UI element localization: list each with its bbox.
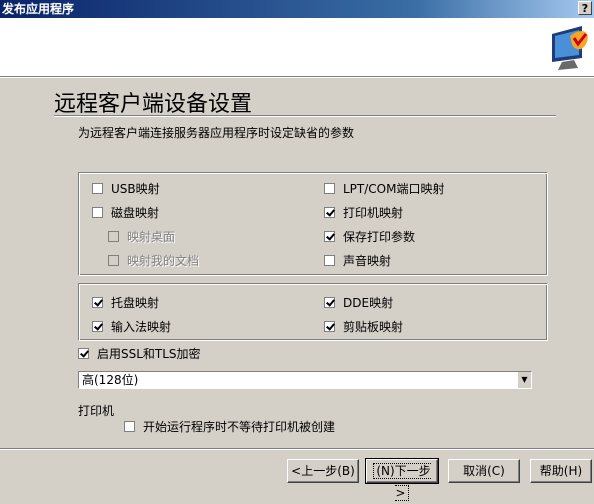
- back-button-label: <上一步(B): [291, 464, 355, 478]
- title-divider: [54, 115, 556, 117]
- next-button[interactable]: (N)下一步>: [365, 458, 439, 501]
- back-button[interactable]: <上一步(B): [287, 459, 359, 483]
- next-button-label: (N)下一步>: [373, 463, 431, 501]
- help-button[interactable]: 帮助(H): [530, 459, 592, 483]
- printer-mapping-checkbox[interactable]: 打印机映射: [324, 204, 403, 220]
- usb-mapping-checkbox[interactable]: USB映射: [92, 180, 160, 196]
- checkbox-box[interactable]: [324, 296, 335, 308]
- checkbox-box[interactable]: [92, 182, 103, 194]
- header-separator: [0, 76, 594, 78]
- checkbox-box[interactable]: [324, 206, 335, 218]
- checkbox-box[interactable]: [324, 230, 335, 242]
- dropdown-arrow-icon[interactable]: ▼: [517, 372, 531, 388]
- monitor-logo-icon: [552, 26, 588, 70]
- lpt-com-mapping-checkbox[interactable]: LPT/COM端口映射: [324, 180, 444, 196]
- map-desktop-checkbox: 映射桌面: [108, 228, 175, 244]
- page-title: 远程客户端设备设置: [54, 92, 253, 117]
- title-bar: 发布应用程序 ?: [0, 0, 594, 18]
- clipboard-mapping-checkbox[interactable]: 剪贴板映射: [324, 318, 403, 334]
- checkbox-box[interactable]: [92, 206, 103, 218]
- wizard-header: [0, 18, 594, 76]
- printer-section-label: 打印机: [78, 404, 115, 418]
- cancel-button[interactable]: 取消(C): [448, 459, 520, 483]
- window-title: 发布应用程序: [2, 2, 75, 16]
- checkbox-box[interactable]: [78, 347, 89, 359]
- footer-separator: [0, 448, 594, 450]
- dde-mapping-checkbox[interactable]: DDE映射: [324, 294, 393, 310]
- no-wait-printer-checkbox[interactable]: 开始运行程序时不等待打印机被创建: [124, 418, 335, 434]
- page-subtitle: 为远程客户端连接服务器应用程序时设定缺省的参数: [78, 126, 355, 140]
- checkbox-box[interactable]: [324, 182, 335, 194]
- encryption-level-value: 高(128位): [82, 373, 139, 387]
- ime-mapping-checkbox[interactable]: 输入法映射: [92, 318, 171, 334]
- help-title-button[interactable]: ?: [578, 1, 592, 15]
- checkbox-box[interactable]: [92, 320, 103, 332]
- disk-mapping-checkbox[interactable]: 磁盘映射: [92, 204, 159, 220]
- checkbox-box: [108, 230, 119, 242]
- checkbox-box[interactable]: [92, 296, 103, 308]
- help-button-label: 帮助(H): [539, 464, 583, 478]
- checkbox-box[interactable]: [324, 320, 335, 332]
- map-my-documents-checkbox: 映射我的文档: [108, 252, 199, 268]
- checkbox-box: [108, 254, 119, 266]
- encryption-level-select[interactable]: 高(128位) ▼: [78, 371, 532, 389]
- cancel-button-label: 取消(C): [463, 464, 505, 478]
- checkbox-box[interactable]: [324, 254, 335, 266]
- tray-mapping-checkbox[interactable]: 托盘映射: [92, 294, 159, 310]
- enable-ssl-tls-checkbox[interactable]: 启用SSL和TLS加密: [78, 345, 201, 361]
- checkbox-box[interactable]: [124, 420, 135, 432]
- sound-mapping-checkbox[interactable]: 声音映射: [324, 252, 391, 268]
- save-print-params-checkbox[interactable]: 保存打印参数: [324, 228, 415, 244]
